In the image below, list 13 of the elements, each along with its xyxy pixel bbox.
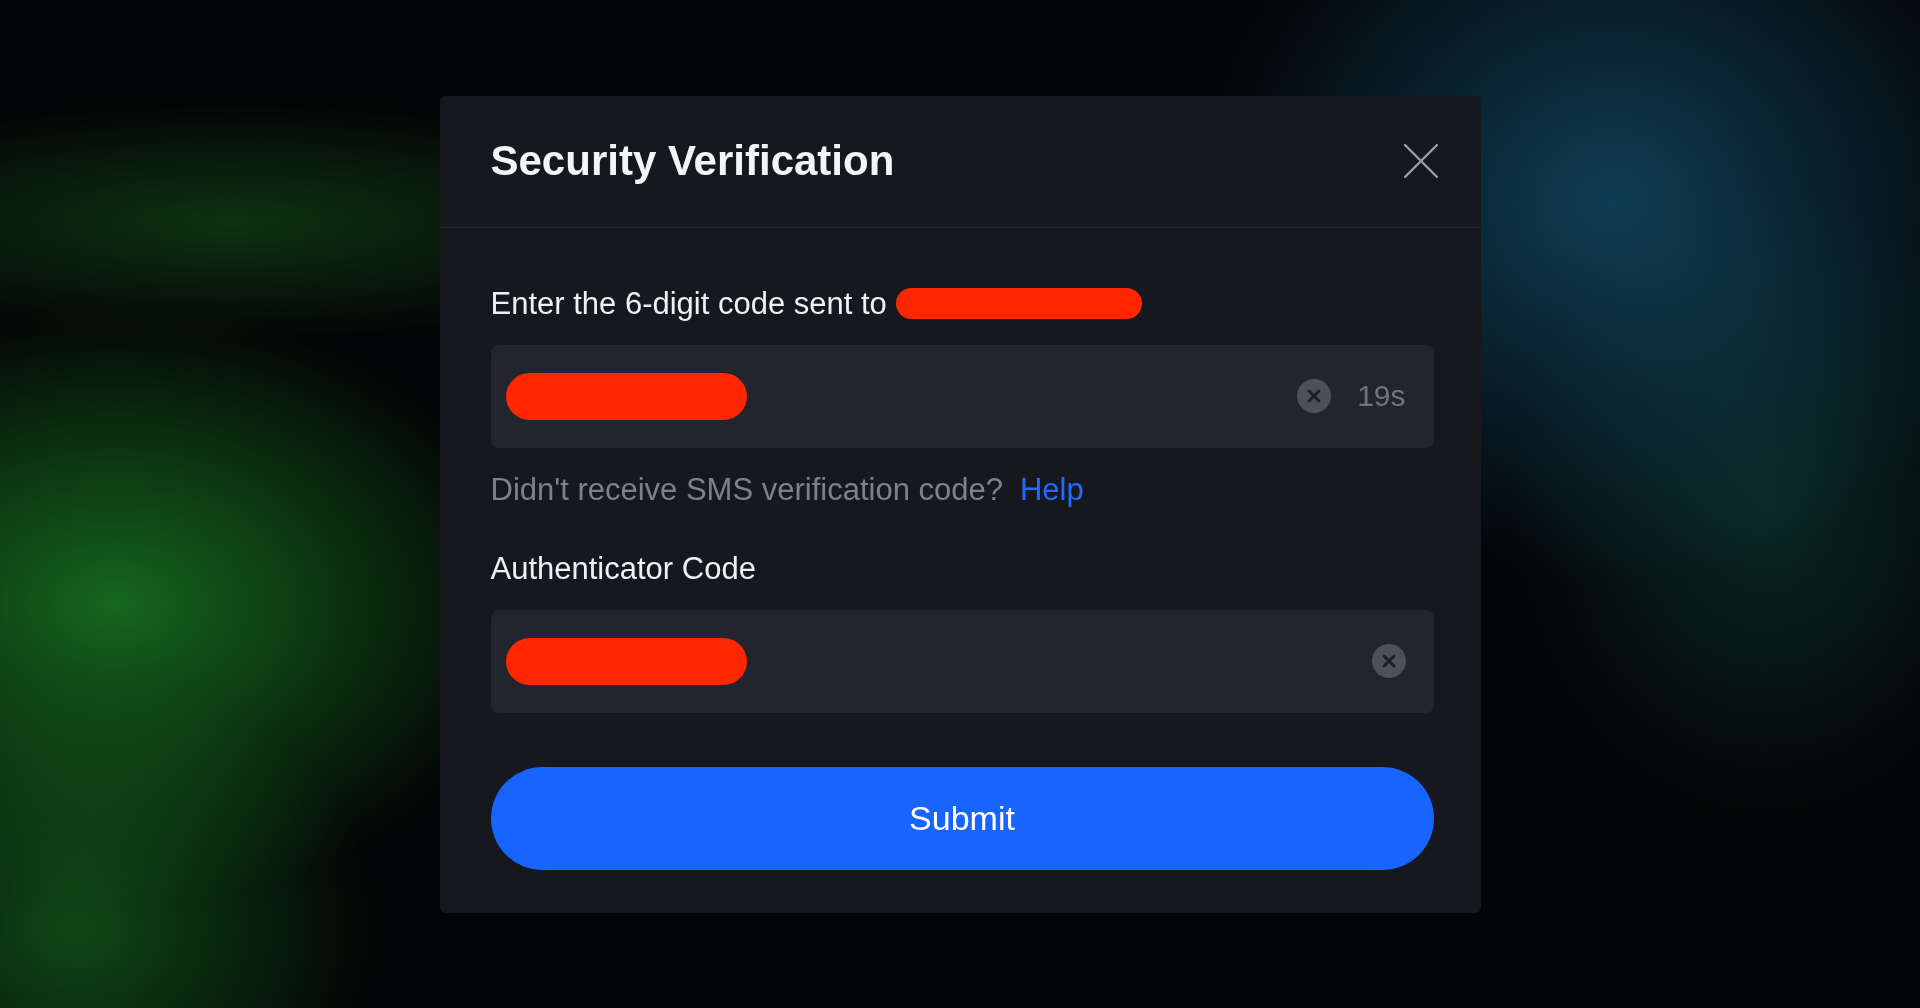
submit-button[interactable]: Submit xyxy=(490,766,1434,870)
code-input-field[interactable]: 19s xyxy=(490,344,1434,448)
help-prompt: Didn't receive SMS verification code? xyxy=(490,471,1003,508)
close-icon xyxy=(1403,144,1438,178)
close-button[interactable] xyxy=(1403,144,1438,178)
help-link[interactable]: Help xyxy=(1020,471,1084,508)
code-input-field[interactable] xyxy=(490,609,1434,713)
field-label: Authenticator Code xyxy=(490,550,756,587)
field-label: Enter the 6-digit code sent to xyxy=(490,285,887,322)
countdown-timer: 19s xyxy=(1357,378,1406,414)
clear-icon[interactable] xyxy=(1371,644,1406,678)
clear-icon[interactable] xyxy=(1297,379,1332,413)
dialog-title: Security Verification xyxy=(490,136,895,186)
